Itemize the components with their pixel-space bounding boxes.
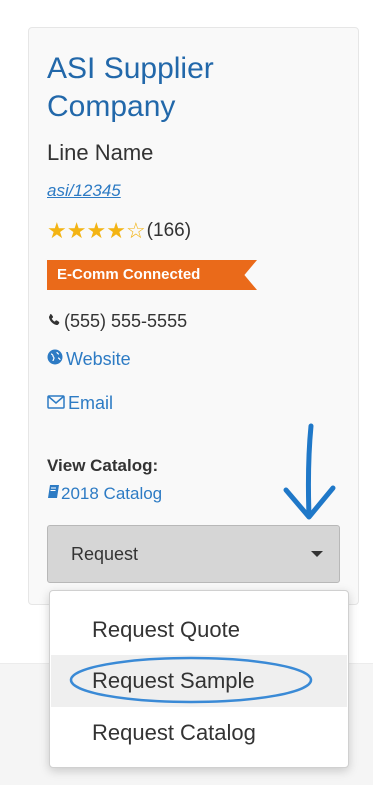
- request-button-label: Request: [71, 543, 139, 564]
- envelope-icon: [47, 393, 65, 414]
- phone-icon: [47, 311, 61, 332]
- rating: ★ ★ ★ ★ ☆ (166): [47, 220, 191, 242]
- book-icon: [47, 484, 60, 504]
- asi-number-link[interactable]: asi/12345: [47, 181, 121, 201]
- star-filled-icon: ★: [106, 218, 126, 243]
- view-catalog-label: View Catalog:: [47, 456, 159, 475]
- annotation-ellipse: [69, 656, 313, 704]
- ecomm-badge: E-Comm Connected: [47, 260, 257, 290]
- star-filled-icon: ★: [86, 218, 107, 243]
- catalog-link[interactable]: 2018 Catalog: [47, 484, 162, 504]
- phone-number: (555) 555-5555: [64, 311, 188, 331]
- request-dropdown-button[interactable]: Request: [47, 525, 340, 583]
- email-link[interactable]: Email: [47, 393, 113, 414]
- supplier-name[interactable]: ASI Supplier Company: [47, 50, 347, 126]
- star-filled-icon: ★: [66, 218, 87, 243]
- menu-item-request-catalog[interactable]: Request Catalog: [51, 707, 347, 759]
- rating-stars: ★ ★ ★ ★ ☆: [47, 220, 146, 242]
- email-label: Email: [68, 393, 114, 413]
- website-link[interactable]: Website: [47, 349, 131, 370]
- menu-item-request-quote[interactable]: Request Quote: [51, 604, 347, 656]
- star-empty-icon: ☆: [125, 218, 146, 243]
- globe-icon: [47, 349, 63, 370]
- star-filled-icon: ★: [47, 218, 67, 243]
- catalog-link-label: 2018 Catalog: [61, 484, 163, 503]
- rating-count[interactable]: (166): [147, 220, 191, 242]
- caret-down-icon: [311, 551, 323, 557]
- website-label: Website: [66, 349, 131, 369]
- line-name: Line Name: [47, 140, 154, 165]
- phone-row: (555) 555-5555: [47, 311, 187, 332]
- annotation-arrow-icon: [283, 423, 336, 520]
